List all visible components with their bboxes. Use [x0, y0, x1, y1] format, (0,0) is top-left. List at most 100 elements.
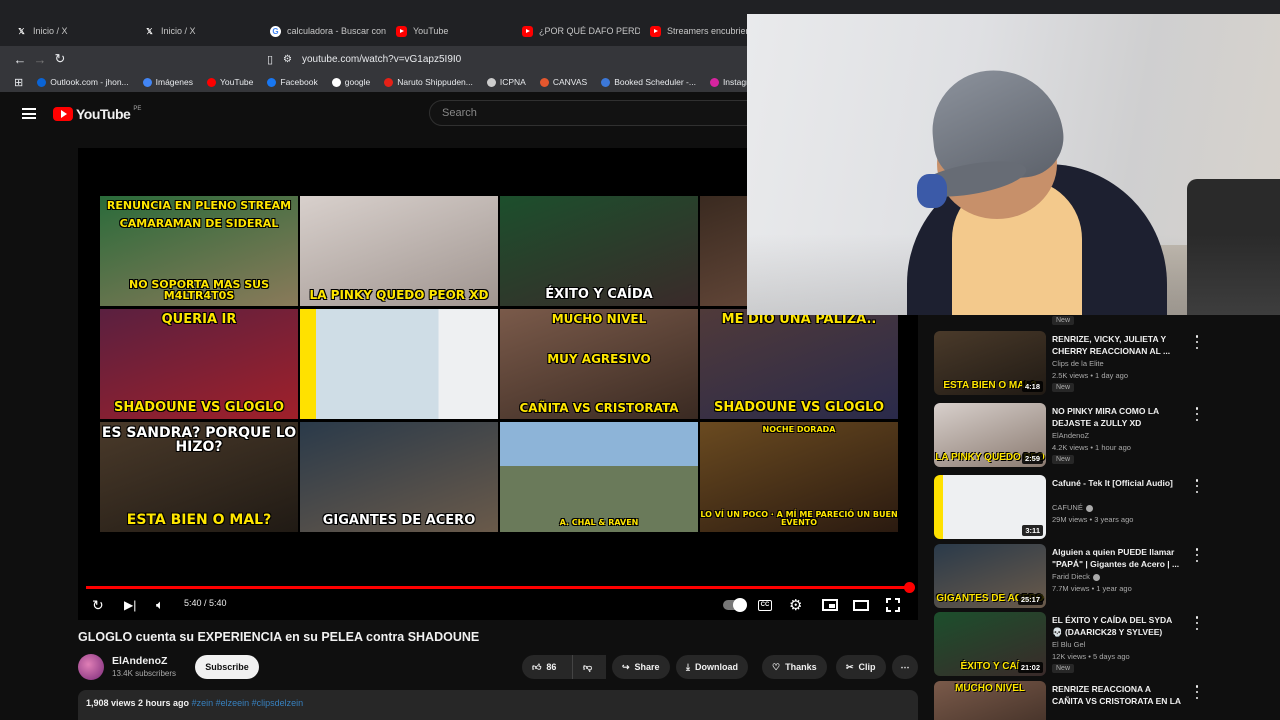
dislike-button[interactable]: 👎︎: [572, 655, 606, 679]
more-vertical-icon[interactable]: [1194, 407, 1200, 421]
endscreen-video-card[interactable]: GIGANTES DE ACERO: [300, 422, 498, 532]
endscreen-video-card[interactable]: [300, 309, 498, 419]
recommended-video[interactable]: MUCHO NIVEL RENRIZE REACCIONA A CAÑITA VS…: [934, 681, 1280, 720]
recommended-video[interactable]: 3:11 Cafuné - Tek It [Official Audio] CAFU…: [934, 475, 1280, 541]
bookmark-item[interactable]: google: [331, 77, 370, 87]
bookmark-favicon-icon: [709, 77, 719, 87]
tab-label: Inicio / X: [33, 26, 68, 36]
clip-button[interactable]: ✂ Clip: [836, 655, 886, 679]
endscreen-video-card[interactable]: NOCHE DORADA LO VÍ UN POCO · A MÍ ME PARE…: [700, 422, 898, 532]
more-vertical-icon[interactable]: [1194, 548, 1200, 562]
channel-avatar[interactable]: [78, 654, 104, 680]
bookmark-item[interactable]: Outlook.com - jhon...: [37, 77, 129, 87]
new-badge: New: [1052, 664, 1075, 673]
browser-tab[interactable]: G calculadora - Buscar con G: [260, 16, 386, 46]
bookmark-item[interactable]: YouTube: [206, 77, 253, 87]
reload-icon[interactable]: ↻: [50, 49, 70, 69]
video-title[interactable]: RENRIZE REACCIONA A CAÑITA VS CRISTORATA…: [1052, 683, 1182, 707]
more-actions-button[interactable]: ⋯: [892, 655, 918, 679]
site-info-icon[interactable]: ⚙: [283, 54, 292, 65]
download-button[interactable]: ⤓ Download: [676, 655, 748, 679]
channel-name[interactable]: Clips de la Elite: [1052, 359, 1104, 368]
volume-icon[interactable]: 🔈︎: [156, 595, 164, 615]
bookmark-item[interactable]: ICPNA: [486, 77, 526, 87]
browser-tab[interactable]: 𝕏 Inicio / X: [6, 16, 134, 46]
video-title[interactable]: RENRIZE, VICKY, JULIETA Y CHERRY REACCIO…: [1052, 333, 1182, 357]
channel-name[interactable]: ElAndenoZ: [1052, 431, 1089, 440]
scissors-icon: ✂: [846, 661, 854, 672]
bookmark-label: ICPNA: [499, 77, 526, 87]
recommended-video[interactable]: GIGANTES DE ACERO 25:17 Alguien a quien PU…: [934, 544, 1280, 610]
tab-label: Inicio / X: [161, 26, 196, 36]
thanks-button[interactable]: ♡ Thanks: [762, 655, 827, 679]
youtube-logo[interactable]: YouTube PE: [53, 106, 141, 122]
youtube-play-icon: [53, 107, 73, 121]
video-title[interactable]: Cafuné - Tek It [Official Audio]: [1052, 477, 1182, 489]
hashtags[interactable]: #zein #elzeein #clipsdelzein: [192, 698, 304, 708]
search-input[interactable]: Search: [429, 100, 759, 126]
replay-icon[interactable]: ↻: [92, 595, 104, 615]
video-title[interactable]: NO PINKY MIRA COMO LA DEJASTE a ZULLY XD: [1052, 405, 1182, 429]
address-bar[interactable]: ⚙ youtube.com/watch?v=vG1apz5I9I0: [283, 49, 753, 69]
next-icon[interactable]: ▶|: [124, 595, 136, 615]
video-thumbnail[interactable]: 3:11: [934, 475, 1046, 539]
thumbs-up-icon: 👍︎: [532, 661, 542, 672]
bookmark-item[interactable]: Facebook: [267, 77, 318, 87]
more-vertical-icon[interactable]: [1194, 335, 1200, 349]
endscreen-video-card[interactable]: A. CHAL & RAVEN: [500, 422, 698, 532]
recommended-video[interactable]: ÉXITO Y CAÍ 21:02 EL ÉXITO Y CAÍDA DEL SYD…: [934, 612, 1280, 678]
endscreen-video-card[interactable]: MUCHO NIVEL MUY AGRESIVO CAÑITA VS CRISTOR…: [500, 309, 698, 419]
endscreen-video-card[interactable]: ÉXITO Y CAÍDA: [500, 196, 698, 306]
description-box[interactable]: 1,908 views 2 hours ago #zein #elzeein #…: [78, 690, 918, 720]
tab-label: calculadora - Buscar con G: [287, 26, 386, 36]
bookmark-item[interactable]: Booked Scheduler -...: [601, 77, 696, 87]
bookmark-item[interactable]: Naruto Shippuden...: [384, 77, 473, 87]
endscreen-video-card[interactable]: ME DIO UNA PALIZA.. SHADOUNE VS GLOGLO: [700, 309, 898, 419]
endscreen-video-card[interactable]: LA PINKY QUEDO PEOR XD: [300, 196, 498, 306]
endscreen-video-card[interactable]: ES SANDRA? PORQUE LO HIZO? ESTA BIEN O MA…: [100, 422, 298, 532]
bookmark-star-icon[interactable]: ▯: [260, 49, 280, 69]
browser-tab[interactable]: YouTube: [386, 16, 512, 46]
bookmark-favicon-icon: [267, 77, 277, 87]
miniplayer-icon[interactable]: [822, 595, 838, 615]
video-title[interactable]: Alguien a quien PUEDE llamar "PAPÁ" | Gi…: [1052, 546, 1182, 570]
channel-name[interactable]: El Blu Gel: [1052, 640, 1085, 649]
hamburger-menu-icon[interactable]: [22, 108, 36, 119]
browser-tab[interactable]: Streamers encubriendo: [640, 16, 747, 46]
channel-name[interactable]: CAFUNÉ: [1052, 503, 1093, 512]
video-thumbnail[interactable]: MUCHO NIVEL: [934, 681, 1046, 720]
video-thumbnail[interactable]: LA PINKY QUEDO PEO 2:59: [934, 403, 1046, 467]
apps-grid-icon[interactable]: ⊞: [14, 76, 23, 89]
progress-scrubber[interactable]: [904, 582, 915, 593]
recommended-video[interactable]: ESTA BIEN O MAL? 4:18 RENRIZE, VICKY, JULI…: [934, 331, 1280, 397]
subtitles-button[interactable]: CC: [758, 595, 772, 615]
endscreen-video-card[interactable]: RENUNCIA EN PLENO STREAM CAMARAMAN DE SID…: [100, 196, 298, 306]
endscreen-video-card[interactable]: QUERIA IR SHADOUNE VS GLOGLO: [100, 309, 298, 419]
more-vertical-icon[interactable]: [1194, 685, 1200, 699]
autoplay-toggle[interactable]: [723, 595, 747, 615]
video-thumbnail[interactable]: GIGANTES DE ACERO 25:17: [934, 544, 1046, 608]
share-button[interactable]: ↪ Share: [612, 655, 670, 679]
browser-tab[interactable]: ¿POR QUÉ DAFO PERDIÓ: [512, 16, 640, 46]
back-arrow-icon[interactable]: ←: [10, 49, 30, 69]
more-vertical-icon[interactable]: [1194, 479, 1200, 493]
browser-tab[interactable]: 𝕏 Inicio / X: [134, 16, 260, 46]
bookmark-item[interactable]: Imágenes: [142, 77, 193, 87]
channel-name-text: CAFUNÉ: [1052, 503, 1083, 512]
bookmark-item[interactable]: CANVAS: [539, 77, 587, 87]
forward-arrow-icon[interactable]: →: [30, 49, 50, 69]
more-vertical-icon[interactable]: [1194, 616, 1200, 630]
channel-name[interactable]: Farid Dieck: [1052, 572, 1100, 581]
card-bottom-caption: LO VÍ UN POCO · A MÍ ME PARECIÓ UN BUEN …: [700, 510, 898, 527]
settings-gear-icon[interactable]: ⚙: [789, 595, 802, 615]
subscribe-button[interactable]: Subscribe: [195, 655, 259, 679]
video-thumbnail[interactable]: ÉXITO Y CAÍ 21:02: [934, 612, 1046, 676]
bookmark-favicon-icon: [384, 77, 394, 87]
recommended-video[interactable]: LA PINKY QUEDO PEO 2:59 NO PINKY MIRA COMO…: [934, 403, 1280, 469]
video-title[interactable]: EL ÉXITO Y CAÍDA DEL SYDA 💀 (DAARICK28 Y…: [1052, 614, 1182, 638]
progress-bar[interactable]: [86, 582, 915, 593]
video-thumbnail[interactable]: ESTA BIEN O MAL? 4:18: [934, 331, 1046, 395]
fullscreen-icon[interactable]: [886, 595, 900, 615]
theater-mode-icon[interactable]: [853, 595, 869, 615]
channel-name[interactable]: ElAndenoZ: [112, 655, 167, 667]
